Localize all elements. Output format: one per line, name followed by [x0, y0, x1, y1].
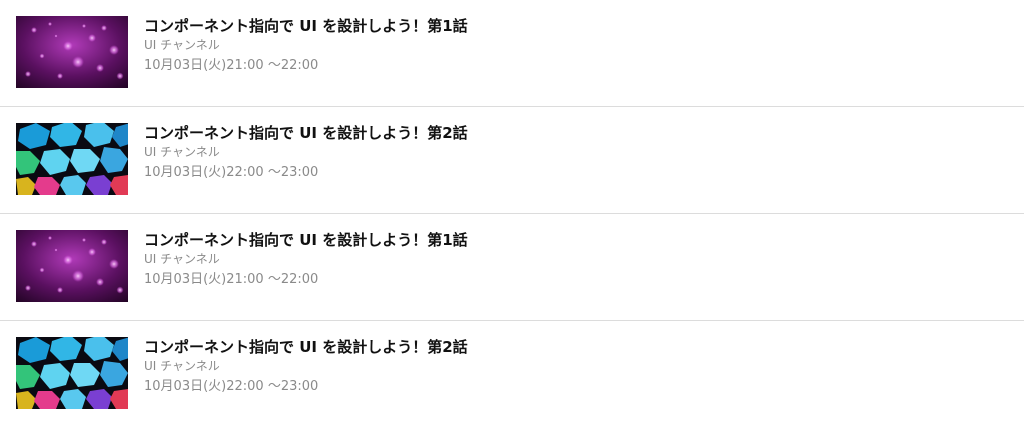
program-title[interactable]: コンポーネント指向で UI を設計しよう！第2話	[144, 336, 468, 358]
program-list-item[interactable]: コンポーネント指向で UI を設計しよう！第1話 UI チャンネル 10月03日…	[0, 214, 1024, 321]
program-title[interactable]: コンポーネント指向で UI を設計しよう！第1話	[144, 229, 468, 251]
channel-name: UI チャンネル	[144, 38, 220, 52]
program-list: コンポーネント指向で UI を設計しよう！第1話 UI チャンネル 10月03日…	[0, 0, 1024, 427]
program-list-item[interactable]: コンポーネント指向で UI を設計しよう！第2話 UI チャンネル 10月03日…	[0, 321, 1024, 427]
broadcast-time: 10月03日(火)22:00 〜23:00	[144, 379, 319, 394]
channel-name: UI チャンネル	[144, 359, 220, 373]
broadcast-time: 10月03日(火)21:00 〜22:00	[144, 58, 319, 73]
bokeh-purple-image	[16, 230, 128, 302]
program-list-item[interactable]: コンポーネント指向で UI を設計しよう！第2話 UI チャンネル 10月03日…	[0, 107, 1024, 214]
bokeh-purple-image	[16, 16, 128, 88]
hexagon-colorful-image	[16, 123, 128, 195]
hexagon-colorful-image	[16, 337, 128, 409]
program-title[interactable]: コンポーネント指向で UI を設計しよう！第1話	[144, 15, 468, 37]
broadcast-time: 10月03日(火)22:00 〜23:00	[144, 165, 319, 180]
channel-name: UI チャンネル	[144, 145, 220, 159]
program-title[interactable]: コンポーネント指向で UI を設計しよう！第2話	[144, 122, 468, 144]
broadcast-time: 10月03日(火)21:00 〜22:00	[144, 272, 319, 287]
program-list-item[interactable]: コンポーネント指向で UI を設計しよう！第1話 UI チャンネル 10月03日…	[0, 0, 1024, 107]
channel-name: UI チャンネル	[144, 252, 220, 266]
